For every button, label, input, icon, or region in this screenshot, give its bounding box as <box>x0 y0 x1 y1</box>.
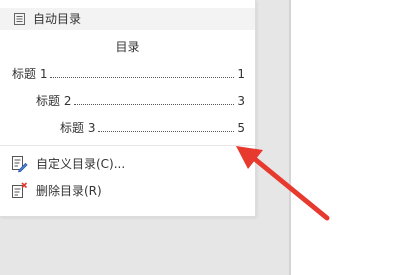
toc-entry-text: 标题 2 <box>36 94 72 108</box>
menu-divider <box>0 145 255 146</box>
toc-entry-level-3: 标题 3 5 <box>60 120 245 136</box>
screen: 自动目录 目录 标题 1 1 标题 2 3 标题 3 5 自定义目录(C)...… <box>0 0 399 275</box>
toc-entry-page: 1 <box>237 67 245 81</box>
toc-list-icon <box>14 13 25 25</box>
auto-toc-section-header: 自动目录 <box>0 8 255 30</box>
toc-dropdown-menu: 自动目录 目录 标题 1 1 标题 2 3 标题 3 5 自定义目录(C)...… <box>0 0 256 217</box>
delete-toc-label: 删除目录(R) <box>36 184 102 198</box>
auto-toc-preview-option[interactable]: 目录 标题 1 1 标题 2 3 标题 3 5 <box>0 30 255 145</box>
delete-toc-menu-item[interactable]: 删除目录(R) <box>0 178 255 204</box>
toc-entry-level-2: 标题 2 3 <box>36 93 245 109</box>
toc-leader-dots <box>74 103 235 105</box>
delete-toc-icon <box>12 182 28 198</box>
auto-toc-label: 自动目录 <box>33 12 82 26</box>
custom-toc-icon <box>12 156 28 173</box>
toc-entry-text: 标题 1 <box>12 67 48 81</box>
toc-leader-dots <box>98 130 235 132</box>
toc-entry-text: 标题 3 <box>60 121 96 135</box>
document-page <box>291 0 399 275</box>
custom-toc-label: 自定义目录(C)... <box>36 157 126 171</box>
toc-preview-title: 目录 <box>115 40 140 54</box>
toc-entry-page: 3 <box>237 94 245 108</box>
toc-entry-page: 5 <box>237 121 245 135</box>
custom-toc-menu-item[interactable]: 自定义目录(C)... <box>0 151 255 177</box>
toc-leader-dots <box>50 76 235 78</box>
toc-entry-level-1: 标题 1 1 <box>12 66 245 82</box>
